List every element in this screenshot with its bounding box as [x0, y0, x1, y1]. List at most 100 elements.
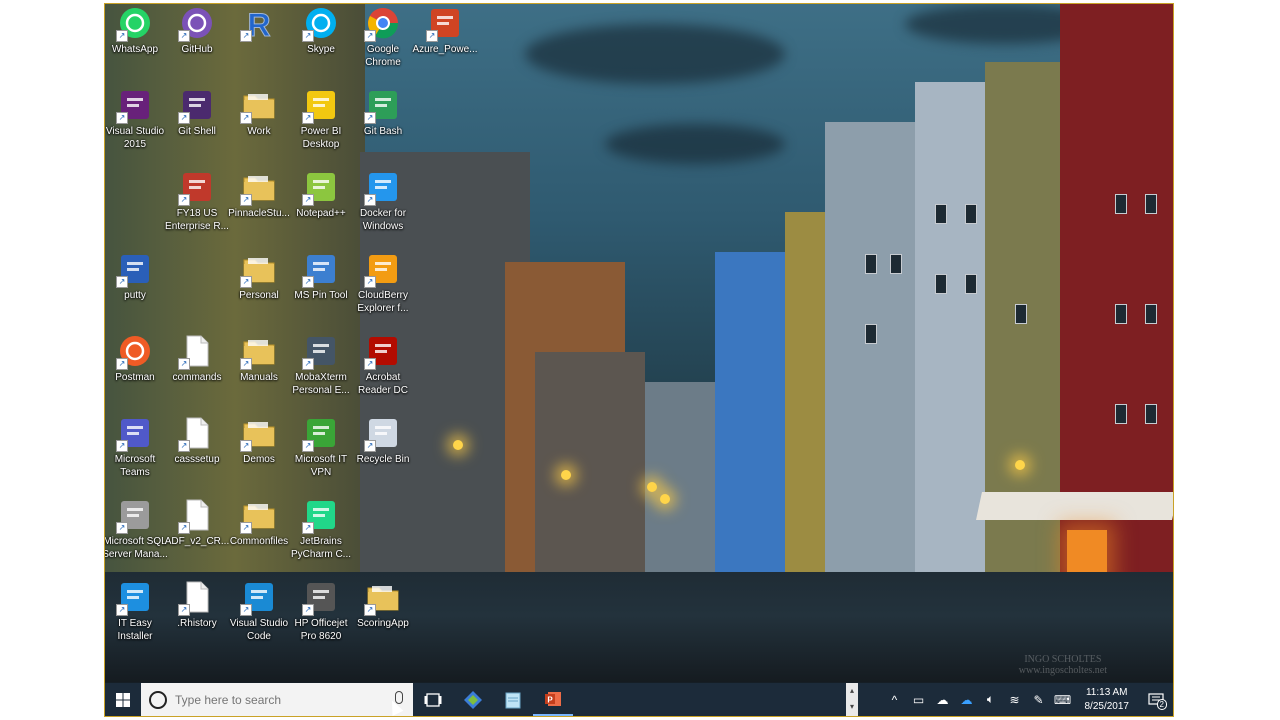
onedrive-business-icon[interactable]: ☁ — [955, 683, 979, 716]
action-center-button[interactable]: 2 — [1139, 683, 1173, 716]
shortcut-arrow-icon: ↗ — [302, 604, 314, 616]
recycle-bin-icon: ↗ — [364, 416, 400, 452]
taskbar-app-git-extensions[interactable] — [453, 683, 493, 716]
desktop-icon-folder-icon[interactable]: ↗ ScoringApp — [349, 580, 417, 630]
desktop-icon-mobaxterm-icon[interactable]: ↗ MobaXterm Personal E... — [287, 334, 355, 397]
wallpaper-awning — [976, 492, 1173, 520]
desktop-icon-r-language-icon[interactable]: R ↗ — [225, 6, 293, 44]
desktop-icon-folder-icon[interactable]: ↗ Personal — [225, 252, 293, 302]
shortcut-arrow-icon: ↗ — [364, 440, 376, 452]
desktop-icon-whatsapp-icon[interactable]: ↗ WhatsApp — [105, 6, 169, 56]
desktop-icon-label: Microsoft SQL Server Mana... — [104, 536, 168, 560]
desktop-icon-label: commands — [172, 372, 222, 383]
shortcut-arrow-icon: ↗ — [302, 358, 314, 370]
desktop-icon-text-file-icon[interactable]: ↗ ADF_v2_CR... — [163, 498, 231, 548]
watermark-line-2: www.ingoscholtes.net — [1018, 665, 1107, 676]
desktop-icon-folder-icon[interactable]: ↗ Manuals — [225, 334, 293, 384]
desktop-icon-cloudberry-icon[interactable]: ↗ CloudBerry Explorer f... — [349, 252, 417, 315]
desktop-icon-acrobat-icon[interactable]: ↗ Acrobat Reader DC — [349, 334, 417, 397]
desktop-icon-github-icon[interactable]: ↗ GitHub — [163, 6, 231, 56]
putty-icon: ↗ — [116, 252, 152, 288]
desktop-icon-folder-icon[interactable]: ↗ PinnacleStu... — [225, 170, 293, 220]
github-icon: ↗ — [178, 6, 214, 42]
desktop-icon-pycharm-icon[interactable]: ↗ JetBrains PyCharm C... — [287, 498, 355, 561]
desktop-icon-text-file-icon[interactable]: ↗ .Rhistory — [163, 580, 231, 630]
desktop-icon-label: Google Chrome — [365, 44, 401, 68]
wallpaper-window — [1015, 304, 1027, 324]
text-file-icon: ↗ — [178, 580, 214, 616]
taskbar-toolbar-scroll[interactable]: ▴ ▾ — [846, 683, 858, 716]
desktop-icon-docker-icon[interactable]: ↗ Docker for Windows — [349, 170, 417, 233]
desktop-icon-teams-icon[interactable]: ↗ Microsoft Teams — [105, 416, 169, 479]
taskbar-app-powerpoint[interactable]: P — [533, 683, 573, 716]
desktop-icon-chrome-icon[interactable]: ↗ Google Chrome — [349, 6, 417, 69]
notification-count-badge: 2 — [1156, 699, 1167, 710]
desktop-icon-it-easy-installer-icon[interactable]: ↗ IT Easy Installer — [105, 580, 169, 643]
shortcut-arrow-icon: ↗ — [302, 440, 314, 452]
desktop-icon-power-bi-icon[interactable]: ↗ Power BI Desktop — [287, 88, 355, 151]
vscode-icon: ↗ — [240, 580, 276, 616]
cortana-icon[interactable] — [149, 690, 167, 709]
desktop-icon-vscode-icon[interactable]: ↗ Visual Studio Code — [225, 580, 293, 643]
desktop-icon-printer-icon[interactable]: ↗ HP Officejet Pro 8620 — [287, 580, 355, 643]
desktop-icon-label: Visual Studio 2015 — [105, 126, 165, 150]
desktop-icon-text-file-icon[interactable]: ↗ casssetup — [163, 416, 231, 466]
pycharm-icon: ↗ — [302, 498, 338, 534]
desktop-icon-folder-icon[interactable]: ↗ Commonfiles — [225, 498, 293, 548]
desktop-icon-azure-powerpoint-icon[interactable]: ↗ Azure_Powe... — [411, 6, 479, 56]
teams-icon: ↗ — [116, 416, 152, 452]
volume-icon[interactable]: 🔈︎ — [979, 683, 1003, 716]
shortcut-arrow-icon: ↗ — [364, 112, 376, 124]
shortcut-arrow-icon: ↗ — [178, 358, 190, 370]
taskbar-clock[interactable]: 11:13 AM 8/25/2017 — [1075, 686, 1140, 714]
keyboard-icon[interactable]: ⌨ — [1051, 683, 1075, 716]
shortcut-arrow-icon: ↗ — [240, 30, 252, 42]
wifi-icon[interactable]: ≋ — [1003, 683, 1027, 716]
desktop-icon-label: Docker for Windows — [359, 208, 407, 232]
start-button[interactable] — [105, 683, 141, 716]
desktop-icon-folder-icon[interactable]: ↗ Demos — [225, 416, 293, 466]
desktop-icon-folder-icon[interactable]: ↗ Work — [225, 88, 293, 138]
desktop-icon-label: JetBrains PyCharm C... — [290, 536, 351, 560]
shortcut-arrow-icon: ↗ — [302, 112, 314, 124]
desktop-icon-notepad-plus-icon[interactable]: ↗ Notepad++ — [287, 170, 355, 220]
desktop-icon-skype-icon[interactable]: ↗ Skype — [287, 6, 355, 56]
battery-icon[interactable]: ▭ — [907, 683, 931, 716]
shortcut-arrow-icon: ↗ — [240, 440, 252, 452]
desktop-icon-postman-icon[interactable]: ↗ Postman — [105, 334, 169, 384]
desktop-icon-sql-server-icon[interactable]: ↗ Microsoft SQL Server Mana... — [104, 498, 169, 561]
shortcut-arrow-icon: ↗ — [116, 440, 128, 452]
shortcut-arrow-icon: ↗ — [302, 30, 314, 42]
desktop-icon-label: FY18 US Enterprise R... — [165, 208, 229, 232]
shortcut-arrow-icon: ↗ — [426, 30, 438, 42]
shortcut-arrow-icon: ↗ — [240, 276, 252, 288]
desktop-icon-git-bash-icon[interactable]: ↗ Git Bash — [349, 88, 417, 138]
text-file-icon: ↗ — [178, 416, 214, 452]
show-hidden-icons-chevron-icon[interactable]: ^ — [883, 683, 907, 716]
wallpaper-window — [965, 204, 977, 224]
pen-workspace-icon[interactable]: ✎ — [1027, 683, 1051, 716]
shortcut-arrow-icon: ↗ — [302, 276, 314, 288]
shortcut-arrow-icon: ↗ — [364, 358, 376, 370]
desktop-icon-label: Recycle Bin — [356, 454, 410, 465]
taskbar-app-notepad[interactable] — [493, 683, 533, 716]
desktop-icon-visual-studio-icon[interactable]: ↗ Visual Studio 2015 — [105, 88, 169, 151]
desktop-icon-text-file-icon[interactable]: ↗ commands — [163, 334, 231, 384]
shortcut-arrow-icon: ↗ — [302, 194, 314, 206]
desktop-icon-powerpoint-file-icon[interactable]: ↗ FY18 US Enterprise R... — [163, 170, 231, 233]
task-view-button[interactable] — [413, 683, 453, 716]
search-input[interactable] — [175, 692, 375, 707]
desktop-icon-putty-icon[interactable]: ↗ putty — [105, 252, 169, 302]
shortcut-arrow-icon: ↗ — [240, 522, 252, 534]
desktop-icon-git-shell-icon[interactable]: ↗ Git Shell — [163, 88, 231, 138]
taskbar-search-box[interactable] — [141, 683, 413, 716]
desktop-icon-ms-pin-tool-icon[interactable]: ↗ MS Pin Tool — [287, 252, 355, 302]
desktop-icon-label: Microsoft Teams — [114, 454, 156, 478]
onedrive-icon[interactable]: ☁ — [931, 683, 955, 716]
shortcut-arrow-icon: ↗ — [302, 522, 314, 534]
shortcut-arrow-icon: ↗ — [116, 604, 128, 616]
desktop-icon-recycle-bin-icon[interactable]: ↗ Recycle Bin — [349, 416, 417, 466]
desktop-icon-label: Git Bash — [363, 126, 403, 137]
desktop-icon-vpn-icon[interactable]: ↗ Microsoft IT VPN — [287, 416, 355, 479]
desktop-icon-label: Demos — [243, 454, 275, 465]
